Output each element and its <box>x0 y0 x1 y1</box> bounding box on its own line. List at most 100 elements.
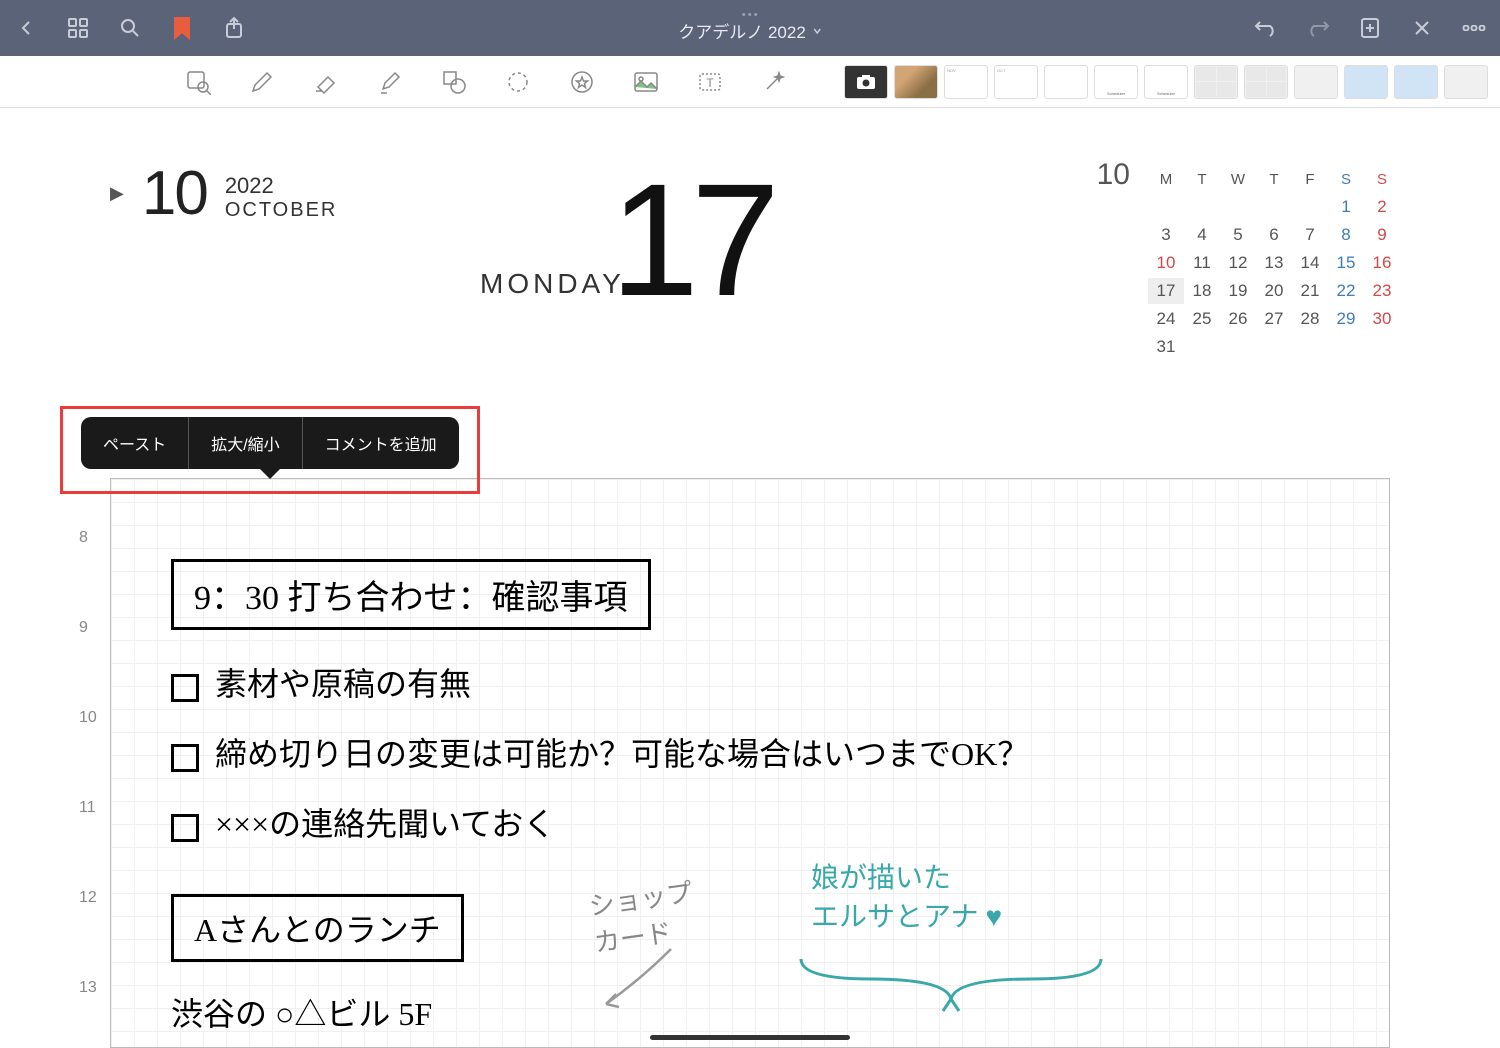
mini-cal-day[interactable]: 22 <box>1328 278 1364 304</box>
mini-cal-day[interactable]: 20 <box>1256 278 1292 304</box>
calendar-thumbnail-3[interactable] <box>1044 65 1088 99</box>
mini-cal-day[interactable]: 9 <box>1364 222 1400 248</box>
magic-tool-icon[interactable] <box>752 60 796 104</box>
mini-cal-dayname: F <box>1292 167 1328 192</box>
mini-cal-day <box>1256 334 1292 360</box>
month-number: 10 <box>142 158 207 229</box>
mini-cal-day[interactable]: 28 <box>1292 306 1328 332</box>
mini-cal-day[interactable]: 17 <box>1148 278 1184 304</box>
text-tool-icon[interactable]: T <box>688 60 732 104</box>
page-thumbnail-1[interactable] <box>1294 65 1338 99</box>
camera-thumbnail[interactable] <box>844 65 888 99</box>
layout-thumbnail-1[interactable] <box>1194 65 1238 99</box>
time-label: 9 <box>79 619 88 637</box>
day-number: 17 <box>610 148 772 332</box>
favorites-tool-icon[interactable] <box>560 60 604 104</box>
mini-cal-day[interactable]: 8 <box>1328 222 1364 248</box>
mini-cal-day[interactable]: 16 <box>1364 250 1400 276</box>
mini-cal-day <box>1184 194 1220 220</box>
mini-cal-day[interactable]: 25 <box>1184 306 1220 332</box>
page-canvas[interactable]: ▶ 10 2022 OCTOBER MONDAY 17 10 MTWTFSS12… <box>0 108 1500 1048</box>
bookmark-icon[interactable] <box>168 14 196 42</box>
editing-toolbar: T NOV OCT Scheduler Scheduler <box>0 56 1500 108</box>
handwritten-note: Aさんとのランチ <box>171 894 464 962</box>
mini-cal-day[interactable]: 21 <box>1292 278 1328 304</box>
page-thumbnail-3[interactable] <box>1394 65 1438 99</box>
mini-cal-day[interactable]: 23 <box>1364 278 1400 304</box>
scheduler-thumbnail-1[interactable]: Scheduler <box>1094 65 1138 99</box>
mini-cal-day[interactable]: 30 <box>1364 306 1400 332</box>
mini-cal-day[interactable]: 26 <box>1220 306 1256 332</box>
mini-calendar[interactable]: 10 MTWTFSS123456789101112131415161718192… <box>1097 158 1400 360</box>
shape-tool-icon[interactable] <box>432 60 476 104</box>
pen-tool-icon[interactable] <box>240 60 284 104</box>
more-icon[interactable] <box>1460 14 1488 42</box>
top-navigation-bar: クアデルノ 2022 <box>0 0 1500 56</box>
layout-thumbnail-2[interactable] <box>1244 65 1288 99</box>
svg-text:T: T <box>706 76 714 90</box>
day-name: MONDAY <box>480 268 625 300</box>
context-menu: ペースト 拡大/縮小 コメントを追加 <box>81 417 459 469</box>
notes-grid-area[interactable]: 8 9 10 11 12 13 9：30 打ち合わせ：確認事項 素材や原稿の有無… <box>110 478 1390 1048</box>
share-icon[interactable] <box>220 14 248 42</box>
mini-cal-day[interactable]: 12 <box>1220 250 1256 276</box>
month-name: OCTOBER <box>225 199 338 222</box>
page-thumbnail-2[interactable] <box>1344 65 1388 99</box>
mini-cal-day[interactable]: 4 <box>1184 222 1220 248</box>
context-menu-highlight: ペースト 拡大/縮小 コメントを追加 <box>60 406 480 494</box>
time-label: 10 <box>79 709 97 727</box>
mini-cal-day[interactable]: 27 <box>1256 306 1292 332</box>
search-icon[interactable] <box>116 14 144 42</box>
mini-cal-day <box>1292 334 1328 360</box>
mini-cal-day[interactable]: 24 <box>1148 306 1184 332</box>
mini-cal-day <box>1148 194 1184 220</box>
add-page-icon[interactable] <box>1356 14 1384 42</box>
image-tool-icon[interactable] <box>624 60 668 104</box>
mini-cal-day <box>1364 334 1400 360</box>
scheduler-thumbnail-2[interactable]: Scheduler <box>1144 65 1188 99</box>
mini-cal-day <box>1328 334 1364 360</box>
undo-button[interactable] <box>1252 14 1280 42</box>
mini-cal-day[interactable]: 13 <box>1256 250 1292 276</box>
eraser-tool-icon[interactable] <box>304 60 348 104</box>
photo-thumbnail[interactable] <box>894 65 938 99</box>
mini-cal-day <box>1220 334 1256 360</box>
back-button[interactable] <box>12 14 40 42</box>
page-thumbnail-4[interactable] <box>1444 65 1488 99</box>
time-label: 8 <box>79 529 88 547</box>
mini-cal-day[interactable]: 18 <box>1184 278 1220 304</box>
mini-cal-day <box>1220 194 1256 220</box>
mini-cal-day[interactable]: 15 <box>1328 250 1364 276</box>
add-comment-menu-item[interactable]: コメントを追加 <box>303 417 459 469</box>
mini-cal-day[interactable]: 14 <box>1292 250 1328 276</box>
zoom-tool-icon[interactable] <box>176 60 220 104</box>
mini-cal-day[interactable]: 7 <box>1292 222 1328 248</box>
mini-cal-day <box>1256 194 1292 220</box>
lasso-tool-icon[interactable] <box>496 60 540 104</box>
expand-arrow-icon[interactable]: ▶ <box>110 183 124 204</box>
paste-menu-item[interactable]: ペースト <box>81 417 189 469</box>
document-title[interactable]: クアデルノ 2022 <box>678 18 822 43</box>
apps-grid-icon[interactable] <box>64 14 92 42</box>
mini-cal-day[interactable]: 19 <box>1220 278 1256 304</box>
mini-cal-month: 10 <box>1097 158 1130 192</box>
mini-cal-day[interactable]: 1 <box>1328 194 1364 220</box>
zoom-menu-item[interactable]: 拡大/縮小 <box>189 417 302 469</box>
mini-cal-day[interactable]: 10 <box>1148 250 1184 276</box>
time-label: 12 <box>79 889 97 907</box>
mini-cal-day[interactable]: 2 <box>1364 194 1400 220</box>
mini-cal-day[interactable]: 31 <box>1148 334 1184 360</box>
mini-cal-day[interactable]: 6 <box>1256 222 1292 248</box>
highlighter-tool-icon[interactable] <box>368 60 412 104</box>
mini-cal-day[interactable]: 3 <box>1148 222 1184 248</box>
mini-cal-day[interactable]: 29 <box>1328 306 1364 332</box>
mini-cal-day[interactable]: 11 <box>1184 250 1220 276</box>
calendar-thumbnail-1[interactable]: NOV <box>944 65 988 99</box>
mini-cal-day[interactable]: 5 <box>1220 222 1256 248</box>
redo-button[interactable] <box>1304 14 1332 42</box>
handwritten-note: 素材や原稿の有無 <box>171 659 471 705</box>
calendar-thumbnail-2[interactable]: OCT <box>994 65 1038 99</box>
home-indicator[interactable] <box>650 1035 850 1040</box>
arrow-annotation <box>591 939 691 1019</box>
close-icon[interactable] <box>1408 14 1436 42</box>
